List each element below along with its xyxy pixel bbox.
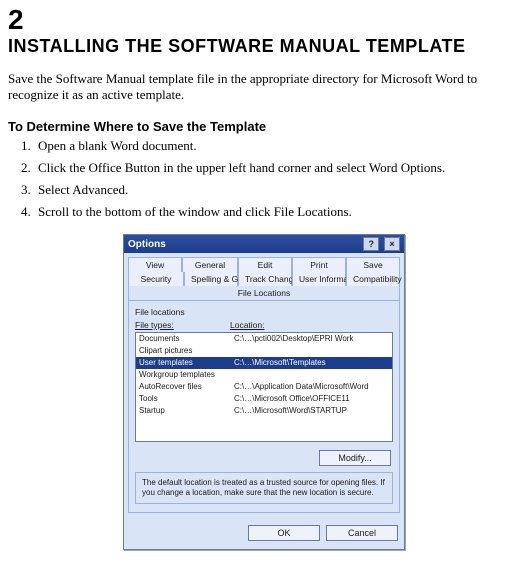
- chapter-number: 2: [8, 6, 518, 34]
- list-item[interactable]: Clipart pictures: [136, 345, 392, 357]
- file-locations-panel: File locations File types: Location: Doc…: [128, 300, 400, 513]
- list-item[interactable]: AutoRecover files C:\…\Application Data\…: [136, 381, 392, 393]
- modify-button[interactable]: Modify...: [319, 450, 391, 466]
- tab-file-locations[interactable]: File Locations: [128, 286, 400, 300]
- tab-security[interactable]: Security: [128, 272, 184, 286]
- tab-edit[interactable]: Edit: [238, 257, 292, 272]
- list-item-selected[interactable]: User templates C:\…\Microsoft\Templates: [136, 357, 392, 369]
- tab-print[interactable]: Print: [292, 257, 346, 272]
- step-item: Open a blank Word document.: [34, 138, 518, 154]
- steps-list: Open a blank Word document. Click the Of…: [30, 138, 518, 220]
- step-item: Scroll to the bottom of the window and c…: [34, 204, 518, 220]
- tab-general[interactable]: General: [182, 257, 238, 272]
- options-dialog: Options ? × View General Edit Print Save…: [123, 234, 405, 550]
- file-types-listbox[interactable]: Documents C:\…\pcti002\Desktop\EPRI Work…: [135, 332, 393, 442]
- options-dialog-screenshot: Options ? × View General Edit Print Save…: [123, 234, 403, 550]
- security-hint: The default location is treated as a tru…: [135, 472, 393, 504]
- panel-title: File locations: [135, 307, 393, 317]
- list-item[interactable]: Workgroup templates: [136, 369, 392, 381]
- dialog-title: Options: [128, 239, 166, 250]
- step-item: Click the Office Button in the upper lef…: [34, 160, 518, 176]
- tab-user-information[interactable]: User Information: [292, 272, 346, 286]
- page-title: INSTALLING THE SOFTWARE MANUAL TEMPLATE: [8, 36, 518, 57]
- list-item[interactable]: Documents C:\…\pcti002\Desktop\EPRI Work: [136, 333, 392, 345]
- section-subhead: To Determine Where to Save the Template: [8, 119, 518, 134]
- dialog-tabs: View General Edit Print Save Security Sp…: [124, 253, 404, 300]
- ok-button[interactable]: OK: [248, 525, 320, 541]
- tab-compatibility[interactable]: Compatibility: [346, 272, 400, 286]
- column-location: Location:: [230, 320, 265, 330]
- tab-track-changes[interactable]: Track Changes: [238, 272, 292, 286]
- help-icon[interactable]: ?: [363, 237, 379, 251]
- list-item[interactable]: Tools C:\…\Microsoft Office\OFFICE11: [136, 393, 392, 405]
- dialog-titlebar: Options ? ×: [124, 235, 404, 253]
- tab-save[interactable]: Save: [346, 257, 400, 272]
- tab-view[interactable]: View: [128, 257, 182, 272]
- tab-spelling-grammar[interactable]: Spelling & Grammar: [184, 272, 238, 286]
- column-file-types: File types:: [135, 320, 230, 330]
- cancel-button[interactable]: Cancel: [326, 525, 398, 541]
- step-item: Select Advanced.: [34, 182, 518, 198]
- close-icon[interactable]: ×: [384, 237, 400, 251]
- intro-paragraph: Save the Software Manual template file i…: [8, 71, 508, 103]
- list-item[interactable]: Startup C:\…\Microsoft\Word\STARTUP: [136, 405, 392, 417]
